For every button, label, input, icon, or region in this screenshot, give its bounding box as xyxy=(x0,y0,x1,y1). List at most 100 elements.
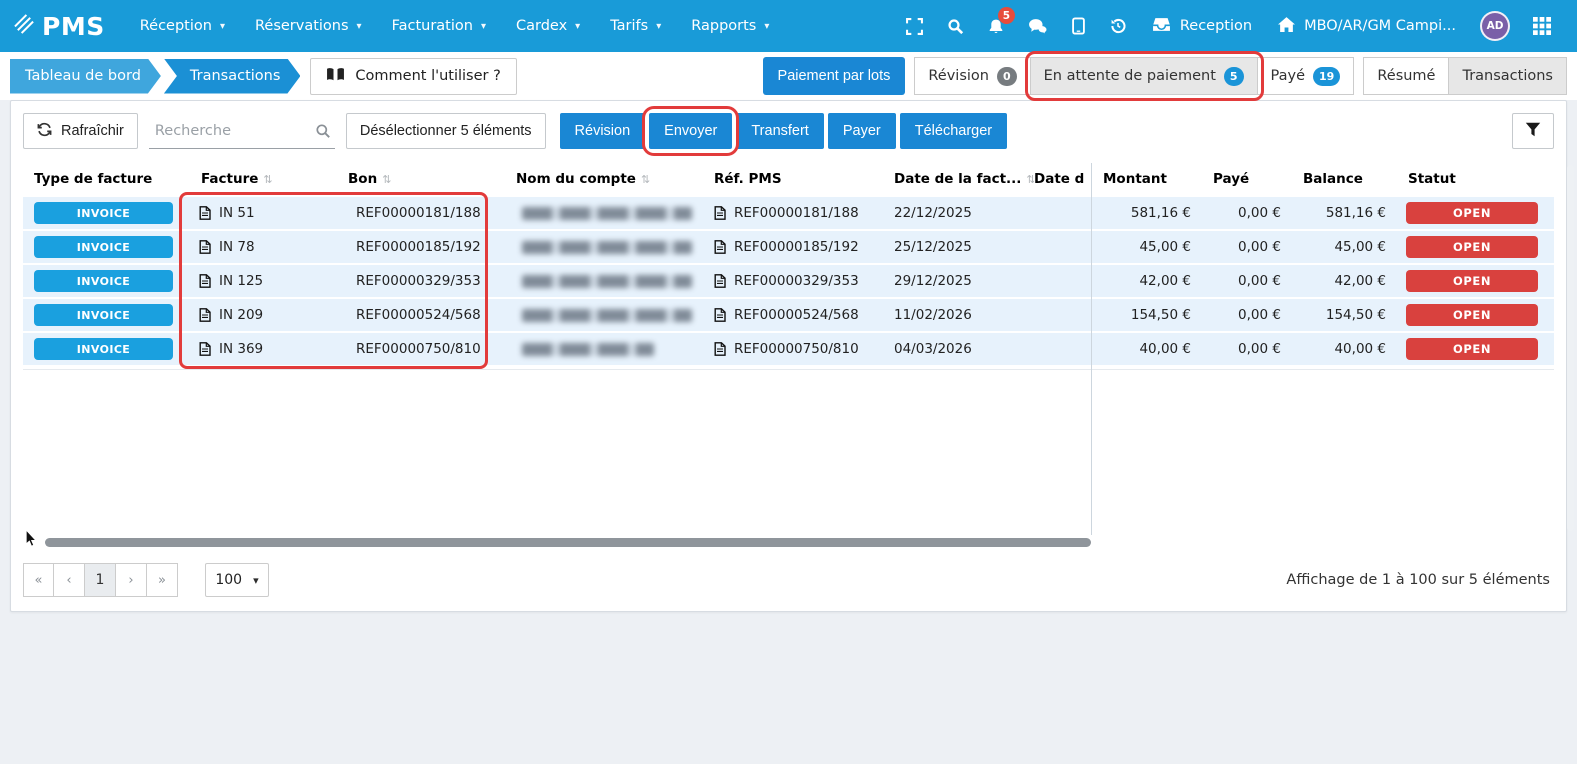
search-icon[interactable] xyxy=(935,0,976,52)
bon-reference: REF00000185/192 xyxy=(356,239,481,255)
tab-transactions[interactable]: Transactions xyxy=(1449,57,1567,95)
column-header-7: Montant xyxy=(1091,171,1201,187)
apps-grid-icon[interactable] xyxy=(1521,0,1563,52)
amount-value: 154,50 € xyxy=(1131,307,1191,323)
send-action-button[interactable]: Envoyer xyxy=(649,113,732,149)
paid-value: 0,00 € xyxy=(1238,205,1281,221)
table-row[interactable]: INVOICE IN 209 REF00000524/568 REF000005… xyxy=(23,299,1554,331)
results-summary: Affichage de 1 à 100 sur 5 éléments xyxy=(1286,572,1550,588)
cell-balance: 45,00 € xyxy=(1291,231,1396,263)
vertical-scrollbar-track[interactable] xyxy=(1567,165,1574,531)
cell-due-date-truncated xyxy=(1034,333,1091,365)
status-badge: OPEN xyxy=(1406,202,1538,224)
next-page-button[interactable]: › xyxy=(116,563,147,597)
breadcrumb-dashboard[interactable]: Tableau de bord xyxy=(10,59,161,94)
column-header-3[interactable]: Nom du compte⇅ xyxy=(516,171,704,187)
tab-summary[interactable]: Résumé xyxy=(1363,57,1449,95)
column-header-5[interactable]: Date de la fact...⇅ xyxy=(884,171,1034,187)
first-page-button[interactable]: « xyxy=(23,563,54,597)
prev-page-button[interactable]: ‹ xyxy=(54,563,85,597)
paid-value: 0,00 € xyxy=(1238,341,1281,357)
user-avatar[interactable]: AD xyxy=(1480,11,1510,41)
search-input[interactable] xyxy=(149,123,335,139)
cell-status: OPEN xyxy=(1396,265,1554,297)
column-header-9: Balance xyxy=(1291,171,1396,187)
breadcrumb: Tableau de bord Transactions xyxy=(10,59,300,94)
invoice-number: IN 369 xyxy=(219,341,263,357)
paid-value: 0,00 € xyxy=(1238,239,1281,255)
cell-paid: 0,00 € xyxy=(1201,231,1291,263)
nav-menu-cardex[interactable]: Cardex▾ xyxy=(501,0,595,52)
transfer-action-button[interactable]: Transfert xyxy=(736,113,823,149)
nav-menu-tarifs[interactable]: Tarifs▾ xyxy=(595,0,676,52)
last-page-button[interactable]: » xyxy=(147,563,178,597)
table-row[interactable]: INVOICE IN 369 REF00000750/810 REF000007… xyxy=(23,333,1554,365)
document-icon xyxy=(714,308,726,322)
invoice-type-badge: INVOICE xyxy=(34,270,173,292)
bon-reference: REF00000750/810 xyxy=(356,341,481,357)
cell-bon: REF00000181/188 xyxy=(348,197,516,229)
download-action-button[interactable]: Télécharger xyxy=(900,113,1007,149)
tab-pending[interactable]: En attente de paiement5 xyxy=(1031,57,1258,95)
batch-payment-button[interactable]: Paiement par lots xyxy=(763,57,906,95)
cell-facture: IN 78 xyxy=(195,231,348,263)
cell-due-date-truncated xyxy=(1034,265,1091,297)
frozen-columns-divider xyxy=(1091,163,1092,535)
view-tab-group: RésuméTransactions xyxy=(1363,57,1567,95)
invoice-number: IN 78 xyxy=(219,239,255,255)
chevron-down-icon: ▾ xyxy=(764,21,769,32)
table-row[interactable]: INVOICE IN 125 REF00000329/353 REF000003… xyxy=(23,265,1554,297)
breadcrumb-transactions[interactable]: Transactions xyxy=(164,59,301,94)
tab-paid[interactable]: Payé19 xyxy=(1258,57,1355,95)
nav-menu-réception[interactable]: Réception▾ xyxy=(125,0,240,52)
invoice-date: 22/12/2025 xyxy=(894,205,972,221)
how-to-use-button[interactable]: Comment l'utiliser ? xyxy=(310,58,516,95)
history-icon[interactable] xyxy=(1097,0,1139,52)
cell-bon: REF00000185/192 xyxy=(348,231,516,263)
pagination-bar: « ‹ 1 › » 100 ▾ Affichage de 1 à 100 sur… xyxy=(23,563,1550,597)
table-body: INVOICE IN 51 REF00000181/188 REF0000018… xyxy=(23,197,1554,370)
cell-ref-pms: REF00000185/192 xyxy=(704,231,884,263)
fullscreen-icon[interactable] xyxy=(894,0,935,52)
chat-icon[interactable] xyxy=(1016,0,1060,52)
tab-revision[interactable]: Révision0 xyxy=(914,57,1030,95)
invoice-date: 29/12/2025 xyxy=(894,273,972,289)
nav-menu-réservations[interactable]: Réservations▾ xyxy=(240,0,377,52)
balance-value: 154,50 € xyxy=(1326,307,1386,323)
cell-bon: REF00000329/353 xyxy=(348,265,516,297)
filter-button[interactable] xyxy=(1512,113,1554,149)
current-page-button[interactable]: 1 xyxy=(85,563,116,597)
nav-menu-rapports[interactable]: Rapports▾ xyxy=(676,0,784,52)
subheader: Tableau de bord Transactions Comment l'u… xyxy=(0,52,1577,100)
bon-reference: REF00000181/188 xyxy=(356,205,481,221)
cell-facture: IN 209 xyxy=(195,299,348,331)
cell-invoice-type: INVOICE xyxy=(23,197,195,229)
column-header-6: Date d xyxy=(1034,171,1091,187)
app-logo[interactable]: PMS xyxy=(14,12,105,41)
pay-action-button[interactable]: Payer xyxy=(828,113,896,149)
table-row[interactable]: INVOICE IN 51 REF00000181/188 REF0000018… xyxy=(23,197,1554,229)
cell-invoice-type: INVOICE xyxy=(23,265,195,297)
table-row[interactable]: INVOICE IN 78 REF00000185/192 REF0000018… xyxy=(23,231,1554,263)
account-name-redacted xyxy=(522,207,692,220)
notifications-bell-icon[interactable]: 5 xyxy=(976,0,1016,52)
mobile-device-icon[interactable] xyxy=(1060,0,1097,52)
page-size-select[interactable]: 100 ▾ xyxy=(205,563,269,597)
home-icon xyxy=(1278,17,1295,36)
refresh-button[interactable]: Rafraîchir xyxy=(23,113,138,149)
workstation-selector[interactable]: Reception xyxy=(1139,17,1265,36)
invoice-type-badge: INVOICE xyxy=(34,338,173,360)
nav-menu-facturation[interactable]: Facturation▾ xyxy=(377,0,501,52)
review-action-button[interactable]: Révision xyxy=(560,113,646,149)
cell-account-name xyxy=(516,333,704,365)
column-header-2[interactable]: Bon⇅ xyxy=(348,171,516,187)
column-header-1[interactable]: Facture⇅ xyxy=(195,171,348,187)
property-selector[interactable]: MBO/AR/GM Campi... xyxy=(1265,17,1469,36)
cell-invoice-type: INVOICE xyxy=(23,333,195,365)
amount-value: 581,16 € xyxy=(1131,205,1191,221)
document-icon xyxy=(199,342,211,356)
cell-amount: 45,00 € xyxy=(1091,231,1201,263)
deselect-button[interactable]: Désélectionner 5 éléments xyxy=(346,113,546,149)
horizontal-scrollbar-thumb[interactable] xyxy=(45,538,1091,547)
top-navbar: PMS Réception▾Réservations▾Facturation▾C… xyxy=(0,0,1577,52)
